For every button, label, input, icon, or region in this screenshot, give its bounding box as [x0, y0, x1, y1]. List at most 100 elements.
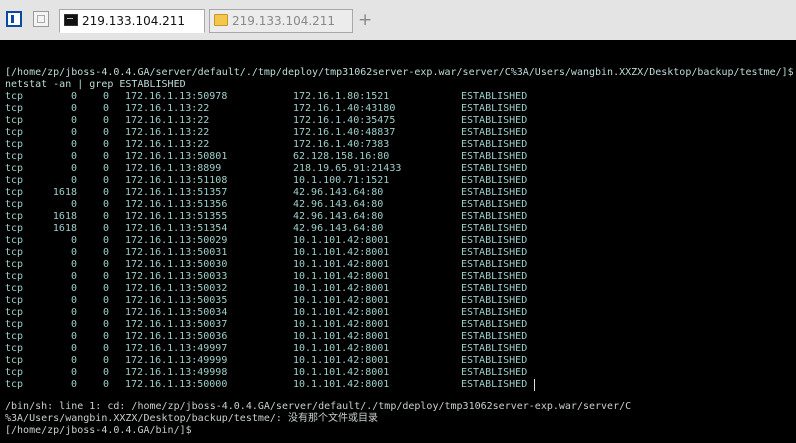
send-q-cell: 0: [102, 355, 109, 366]
state-cell: ESTABLISHED: [461, 259, 528, 270]
recv-q-cell: 0: [70, 379, 77, 390]
send-q-cell: 0: [102, 259, 109, 270]
table-row: tcp 1618 0 172.16.1.13:51354 42.96.143.64:80…: [5, 223, 796, 235]
proto-cell: tcp: [5, 235, 24, 246]
proto-cell: tcp: [5, 379, 24, 390]
send-q-cell: 0: [102, 235, 109, 246]
table-row: tcp 0 0 172.16.1.13:50032 10.1.101.42:8001 ES…: [5, 283, 796, 295]
send-q-cell: 0: [102, 283, 109, 294]
table-row: tcp 0 0 172.16.1.13:50030 10.1.101.42:8001 ES…: [5, 259, 796, 271]
terminal-output[interactable]: [/home/zp/jboss-4.0.4.GA/server/default/…: [0, 40, 796, 443]
proto-cell: tcp: [5, 127, 24, 138]
error-line: /bin/sh: line 1: cd: /home/zp/jboss-4.0.…: [5, 401, 632, 412]
state-cell: ESTABLISHED: [461, 103, 528, 114]
tab-session-terminal[interactable]: 219.133.104.211: [59, 9, 205, 33]
foreign-address-cell: 10.1.101.42:8001: [293, 355, 390, 366]
state-cell: ESTABLISHED: [461, 319, 528, 330]
recv-q-cell: 0: [70, 343, 77, 354]
foreign-address-cell: 10.1.101.42:8001: [293, 247, 390, 258]
state-cell: ESTABLISHED: [461, 343, 528, 354]
command-line: netstat -an | grep ESTABLISHED: [5, 79, 186, 90]
state-cell: ESTABLISHED: [461, 115, 528, 126]
table-row: tcp 0 0 172.16.1.13:22 172.16.1.40:48837 ESTA…: [5, 127, 796, 139]
send-q-cell: 0: [102, 367, 109, 378]
table-row: tcp 0 0 172.16.1.13:51108 10.1.100.71:1521 ES…: [5, 175, 796, 187]
terminal-icon: [64, 14, 78, 26]
table-row: tcp 0 0 172.16.1.13:8899 218.19.65.91:21433 E…: [5, 163, 796, 175]
proto-cell: tcp: [5, 319, 24, 330]
table-row: tcp 0 0 172.16.1.13:50036 10.1.101.42:8001 ES…: [5, 331, 796, 343]
local-address-cell: 172.16.1.13:51355: [125, 211, 228, 222]
foreign-address-cell: 10.1.101.42:8001: [293, 343, 390, 354]
proto-cell: tcp: [5, 247, 24, 258]
local-address-cell: 172.16.1.13:50033: [125, 271, 228, 282]
proto-cell: tcp: [5, 271, 24, 282]
next-prompt-line: [/home/zp/jboss-4.0.4.GA/bin/]$: [5, 425, 192, 436]
table-row: tcp 1618 0 172.16.1.13:51357 42.96.143.64:80…: [5, 187, 796, 199]
table-row: tcp 0 0 172.16.1.13:50029 10.1.101.42:8001 ES…: [5, 235, 796, 247]
recv-q-cell: 0: [70, 355, 77, 366]
send-q-cell: 0: [102, 163, 109, 174]
proto-cell: tcp: [5, 355, 24, 366]
error-block: /bin/sh: line 1: cd: /home/zp/jboss-4.0.…: [5, 401, 796, 437]
state-cell: ESTABLISHED: [461, 91, 528, 102]
text-cursor: [534, 379, 535, 391]
proto-cell: tcp: [5, 223, 24, 234]
proto-cell: tcp: [5, 331, 24, 342]
local-address-cell: 172.16.1.13:22: [125, 103, 210, 114]
proto-cell: tcp: [5, 259, 24, 270]
foreign-address-cell: 62.128.158.16:80: [293, 151, 390, 162]
send-q-cell: 0: [102, 127, 109, 138]
prompt-line: [/home/zp/jboss-4.0.4.GA/server/default/…: [5, 67, 794, 78]
state-cell: ESTABLISHED: [461, 163, 528, 174]
local-address-cell: 172.16.1.13:50036: [125, 331, 228, 342]
state-cell: ESTABLISHED: [461, 331, 528, 342]
recv-q-cell: 0: [70, 295, 77, 306]
local-address-cell: 172.16.1.13:22: [125, 115, 210, 126]
table-row: tcp 0 0 172.16.1.13:50037 10.1.101.42:8001 ES…: [5, 319, 796, 331]
foreign-address-cell: 172.16.1.40:48837: [293, 127, 396, 138]
panel-toggle-icon[interactable]: [6, 11, 22, 27]
recv-q-cell: 1618: [52, 223, 77, 234]
send-q-cell: 0: [102, 379, 109, 390]
foreign-address-cell: 172.16.1.80:1521: [293, 91, 390, 102]
send-q-cell: 0: [102, 307, 109, 318]
table-row: tcp 0 0 172.16.1.13:50801 62.128.158.16:80 ES…: [5, 151, 796, 163]
state-cell: ESTABLISHED: [461, 367, 528, 378]
state-cell: ESTABLISHED: [461, 199, 528, 210]
proto-cell: tcp: [5, 187, 24, 198]
table-row: tcp 0 0 172.16.1.13:50035 10.1.101.42:8001 ES…: [5, 295, 796, 307]
send-q-cell: 0: [102, 319, 109, 330]
window-toggle-icon[interactable]: [33, 11, 49, 27]
local-address-cell: 172.16.1.13:49998: [125, 367, 228, 378]
recv-q-cell: 0: [70, 175, 77, 186]
recv-q-cell: 0: [70, 91, 77, 102]
state-cell: ESTABLISHED: [461, 355, 528, 366]
table-row: tcp 0 0 172.16.1.13:50034 10.1.101.42:8001 ES…: [5, 307, 796, 319]
foreign-address-cell: 10.1.101.42:8001: [293, 259, 390, 270]
foreign-address-cell: 10.1.101.42:8001: [293, 271, 390, 282]
recv-q-cell: 0: [70, 103, 77, 114]
proto-cell: tcp: [5, 139, 24, 150]
state-cell: ESTABLISHED: [461, 211, 528, 222]
proto-cell: tcp: [5, 151, 24, 162]
recv-q-cell: 0: [70, 163, 77, 174]
foreign-address-cell: 10.1.101.42:8001: [293, 283, 390, 294]
local-address-cell: 172.16.1.13:50030: [125, 259, 228, 270]
proto-cell: tcp: [5, 91, 24, 102]
proto-cell: tcp: [5, 343, 24, 354]
state-cell: ESTABLISHED: [461, 127, 528, 138]
recv-q-cell: 0: [70, 247, 77, 258]
proto-cell: tcp: [5, 175, 24, 186]
recv-q-cell: 0: [70, 151, 77, 162]
foreign-address-cell: 42.96.143.64:80: [293, 187, 384, 198]
state-cell: ESTABLISHED: [461, 271, 528, 282]
add-tab-button[interactable]: +: [358, 11, 372, 29]
tab-session-sftp[interactable]: 219.133.104.211: [209, 9, 353, 33]
local-address-cell: 172.16.1.13:51108: [125, 175, 228, 186]
proto-cell: tcp: [5, 283, 24, 294]
send-q-cell: 0: [102, 211, 109, 222]
local-address-cell: 172.16.1.13:50978: [125, 91, 228, 102]
foreign-address-cell: 42.96.143.64:80: [293, 223, 384, 234]
recv-q-cell: 0: [70, 283, 77, 294]
